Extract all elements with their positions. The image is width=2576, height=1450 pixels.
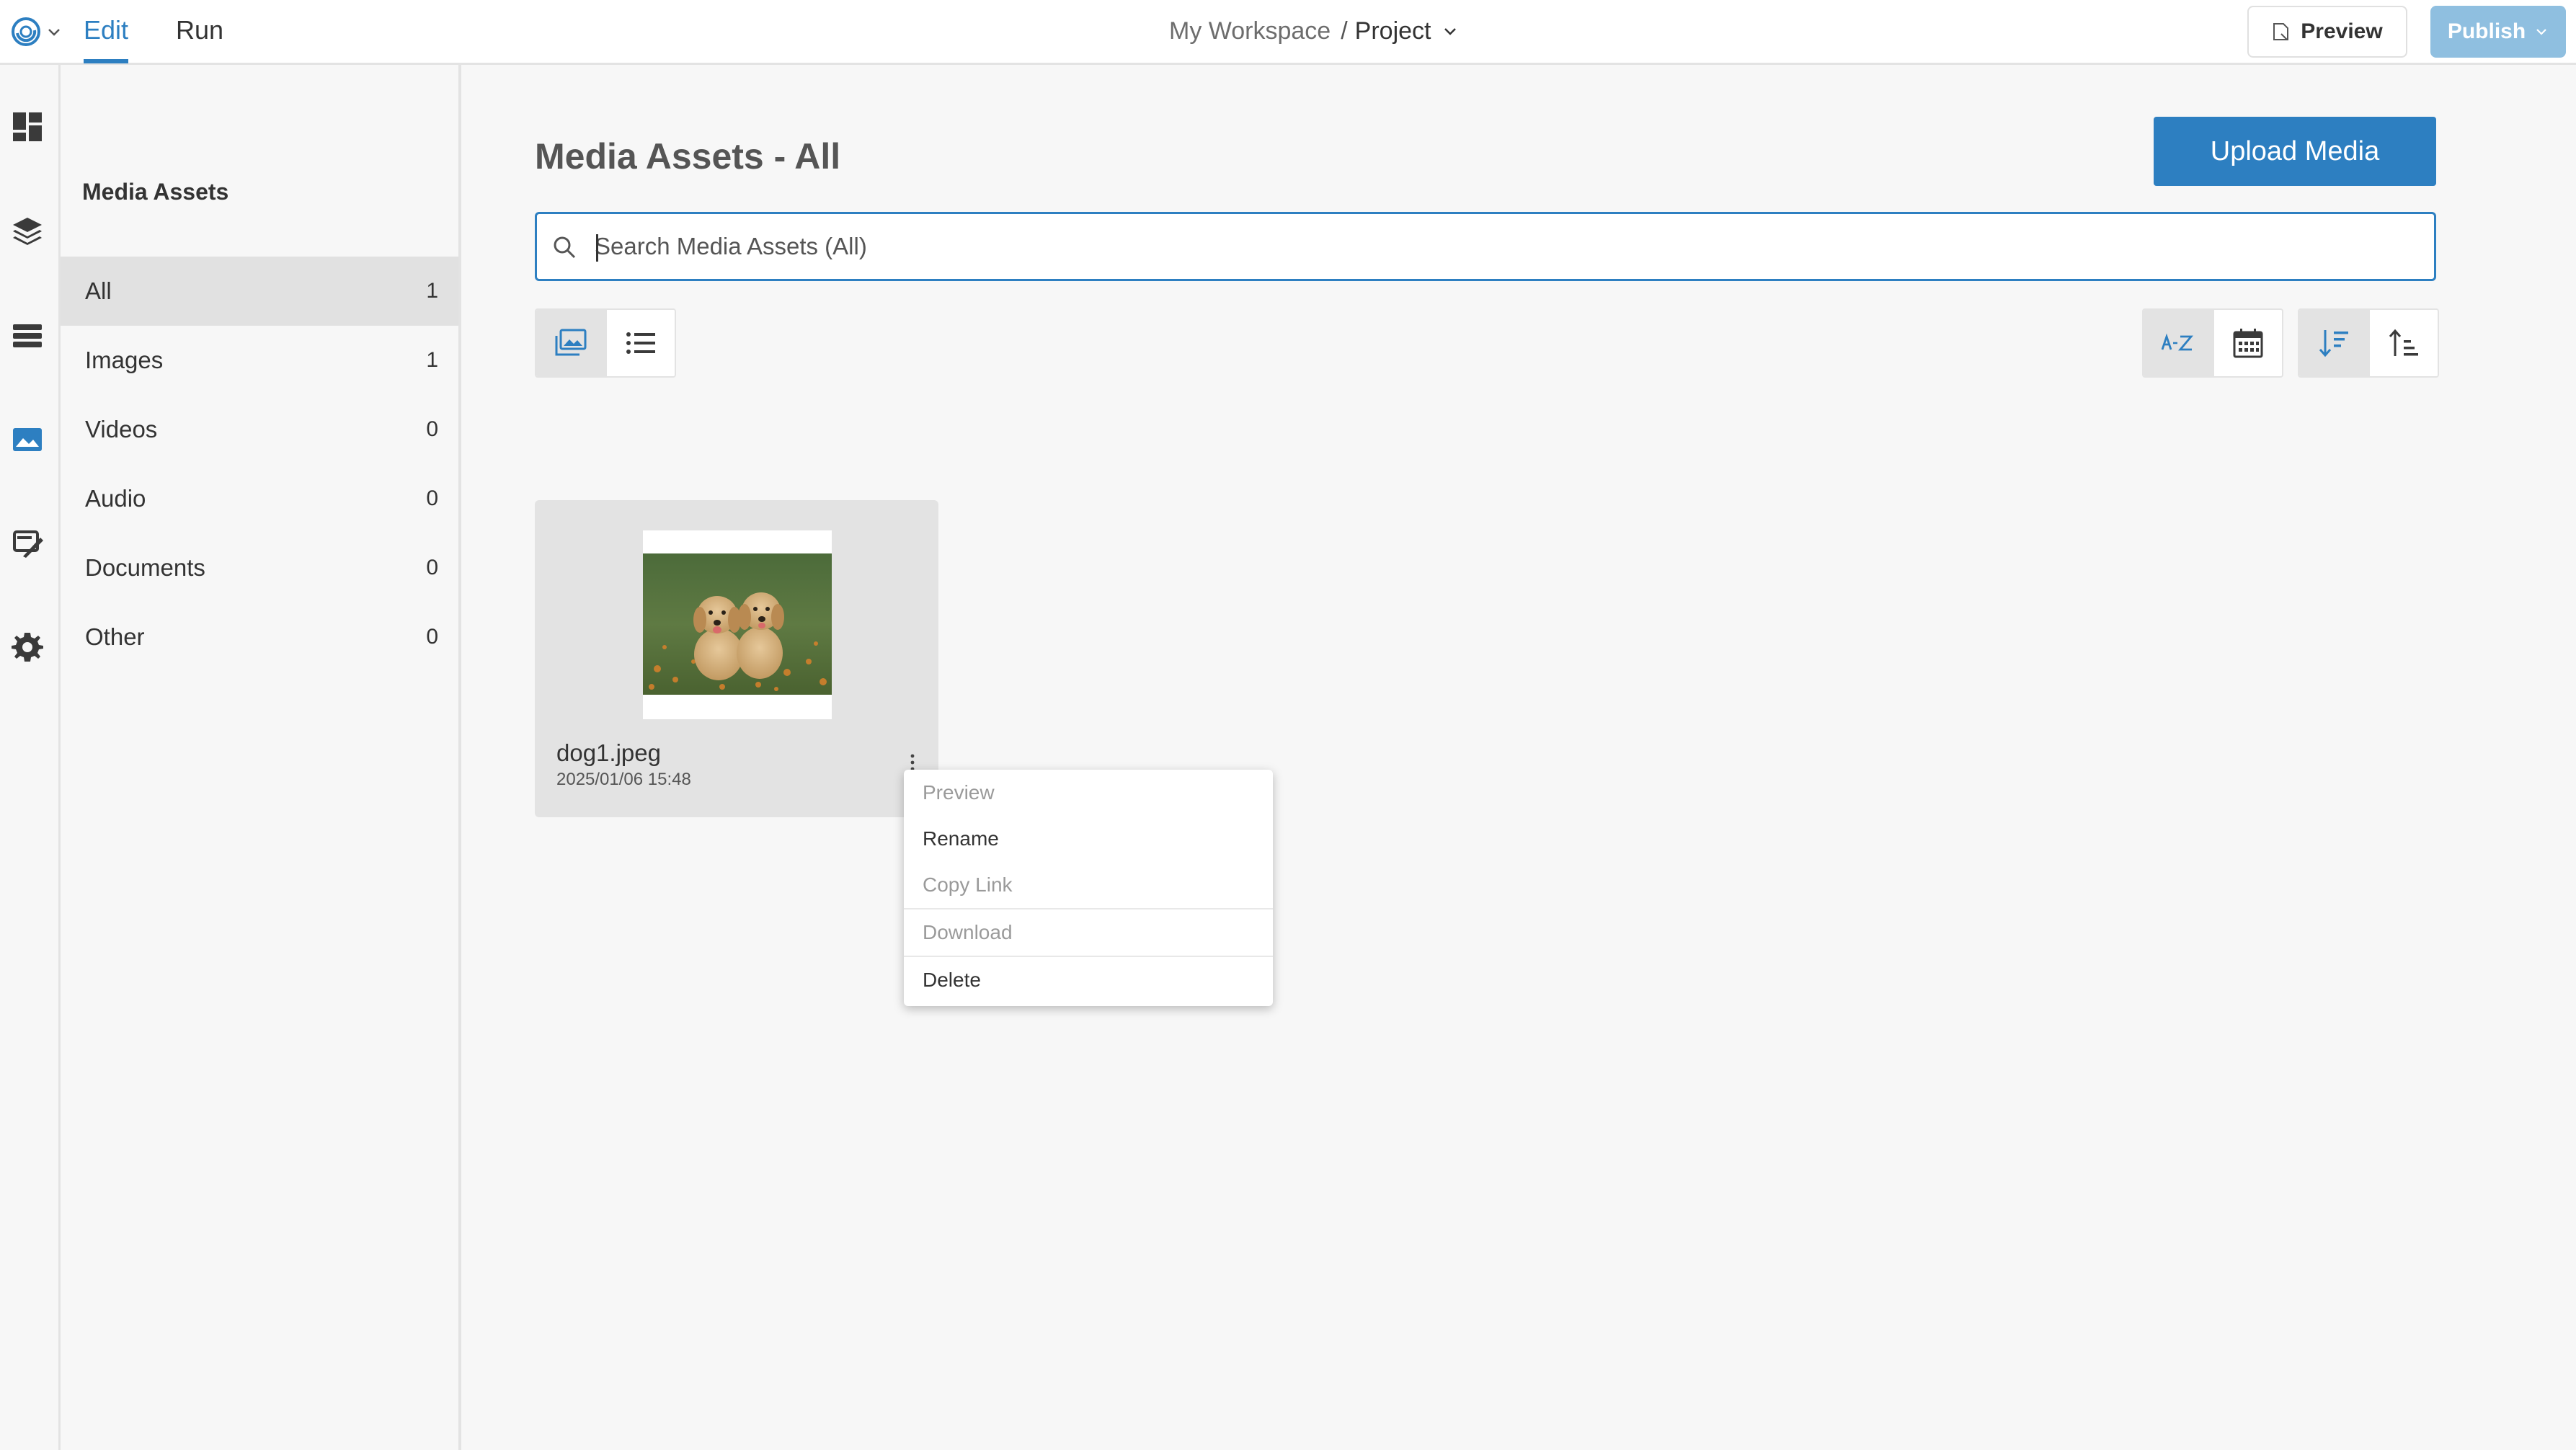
upload-media-button[interactable]: Upload Media xyxy=(2154,117,2436,186)
rail-list[interactable] xyxy=(10,319,45,353)
category-count: 0 xyxy=(426,417,438,441)
category-count: 1 xyxy=(426,279,438,303)
category-count: 0 xyxy=(426,625,438,649)
preview-page-icon xyxy=(2273,23,2289,40)
project-dropdown-chevron[interactable] xyxy=(1442,22,1459,40)
asset-date: 2025/01/06 15:48 xyxy=(556,770,691,789)
breadcrumb-project[interactable]: Project xyxy=(1355,17,1431,45)
sort-by-date-button[interactable] xyxy=(2213,310,2282,376)
sort-ascending-button[interactable] xyxy=(2368,310,2438,376)
breadcrumb-separator: / xyxy=(1341,17,1348,45)
sort-ascending-icon xyxy=(2389,329,2418,356)
breadcrumb: My Workspace / Project xyxy=(1169,14,1459,48)
category-label: All xyxy=(85,277,112,304)
publish-button[interactable]: Publish xyxy=(2430,6,2566,58)
thumbnail-frame xyxy=(643,530,832,719)
menu-item-download[interactable]: Download xyxy=(904,909,1273,956)
rail-dashboard[interactable] xyxy=(10,110,45,144)
sidebar-title: Media Assets xyxy=(82,179,229,205)
search-box xyxy=(535,212,2436,281)
sort-descending-button[interactable] xyxy=(2299,310,2368,376)
category-label: Videos xyxy=(85,416,158,442)
text-caret xyxy=(596,234,598,262)
category-label: Audio xyxy=(85,485,146,512)
rail-layers[interactable] xyxy=(10,213,45,248)
puppies-photo-thumbnail xyxy=(643,553,832,695)
category-images[interactable]: Images 1 xyxy=(61,326,458,395)
category-documents[interactable]: Documents 0 xyxy=(61,533,458,602)
view-mode-toggle xyxy=(535,308,676,378)
asset-file-name: dog1.jpeg xyxy=(556,739,661,766)
breadcrumb-workspace[interactable]: My Workspace xyxy=(1169,17,1331,45)
menu-item-preview[interactable]: Preview xyxy=(904,770,1273,816)
category-label: Documents xyxy=(85,554,205,581)
app-logo-menu[interactable] xyxy=(10,16,68,48)
grid-view-button[interactable] xyxy=(536,310,605,376)
category-videos[interactable]: Videos 0 xyxy=(61,395,458,464)
list-view-button[interactable] xyxy=(605,310,675,376)
sort-descending-icon xyxy=(2319,330,2348,357)
search-input[interactable] xyxy=(595,214,2425,279)
dashboard-icon xyxy=(13,112,42,141)
category-count: 1 xyxy=(426,348,438,372)
layers-icon xyxy=(13,218,42,245)
calendar-icon xyxy=(2233,329,2263,358)
rail-brush[interactable] xyxy=(10,526,45,561)
search-icon xyxy=(554,236,576,259)
list-icon xyxy=(13,324,42,347)
asset-context-menu: Preview Rename Copy Link Download Delete xyxy=(904,770,1273,1006)
chevron-down-icon xyxy=(2536,29,2546,35)
category-audio[interactable]: Audio 0 xyxy=(61,464,458,533)
media-category-sidebar: Media Assets All 1 Images 1 Videos 0 Aud… xyxy=(61,65,461,1450)
rail-settings[interactable] xyxy=(10,630,45,664)
category-other[interactable]: Other 0 xyxy=(61,602,458,672)
media-asset-card[interactable]: dog1.jpeg 2025/01/06 15:48 xyxy=(535,500,938,817)
menu-item-copy-link[interactable]: Copy Link xyxy=(904,862,1273,908)
app-window: Edit Run My Workspace / Project Preview … xyxy=(0,0,2576,1450)
sort-direction-toggle xyxy=(2298,308,2439,378)
preview-button[interactable]: Preview xyxy=(2247,6,2407,58)
category-label: Images xyxy=(85,347,164,373)
gear-icon xyxy=(12,633,43,662)
sort-field-toggle xyxy=(2142,308,2283,378)
publish-button-label: Publish xyxy=(2447,19,2526,43)
chevron-down-icon xyxy=(48,29,60,36)
icon-rail xyxy=(0,65,61,1450)
tab-edit[interactable]: Edit xyxy=(84,14,129,63)
rail-media[interactable] xyxy=(10,422,45,457)
media-icon xyxy=(13,428,42,451)
menu-item-rename[interactable]: Rename xyxy=(904,816,1273,862)
page-title: Media Assets - All xyxy=(535,136,841,177)
menu-item-delete[interactable]: Delete xyxy=(904,957,1273,1003)
gallery-icon xyxy=(555,329,587,356)
tab-run[interactable]: Run xyxy=(176,14,223,63)
category-count: 0 xyxy=(426,486,438,510)
top-bar: Edit Run My Workspace / Project Preview … xyxy=(0,0,2576,65)
sort-alpha-icon xyxy=(2161,333,2193,351)
logo-icon xyxy=(12,17,40,46)
chevron-down-icon xyxy=(1444,28,1456,35)
category-count: 0 xyxy=(426,556,438,579)
category-all[interactable]: All 1 xyxy=(61,257,458,326)
sort-by-name-button[interactable] xyxy=(2144,310,2213,376)
brush-icon xyxy=(13,530,43,558)
preview-button-label: Preview xyxy=(2301,19,2383,43)
category-label: Other xyxy=(85,623,145,650)
list-view-icon xyxy=(626,332,655,354)
